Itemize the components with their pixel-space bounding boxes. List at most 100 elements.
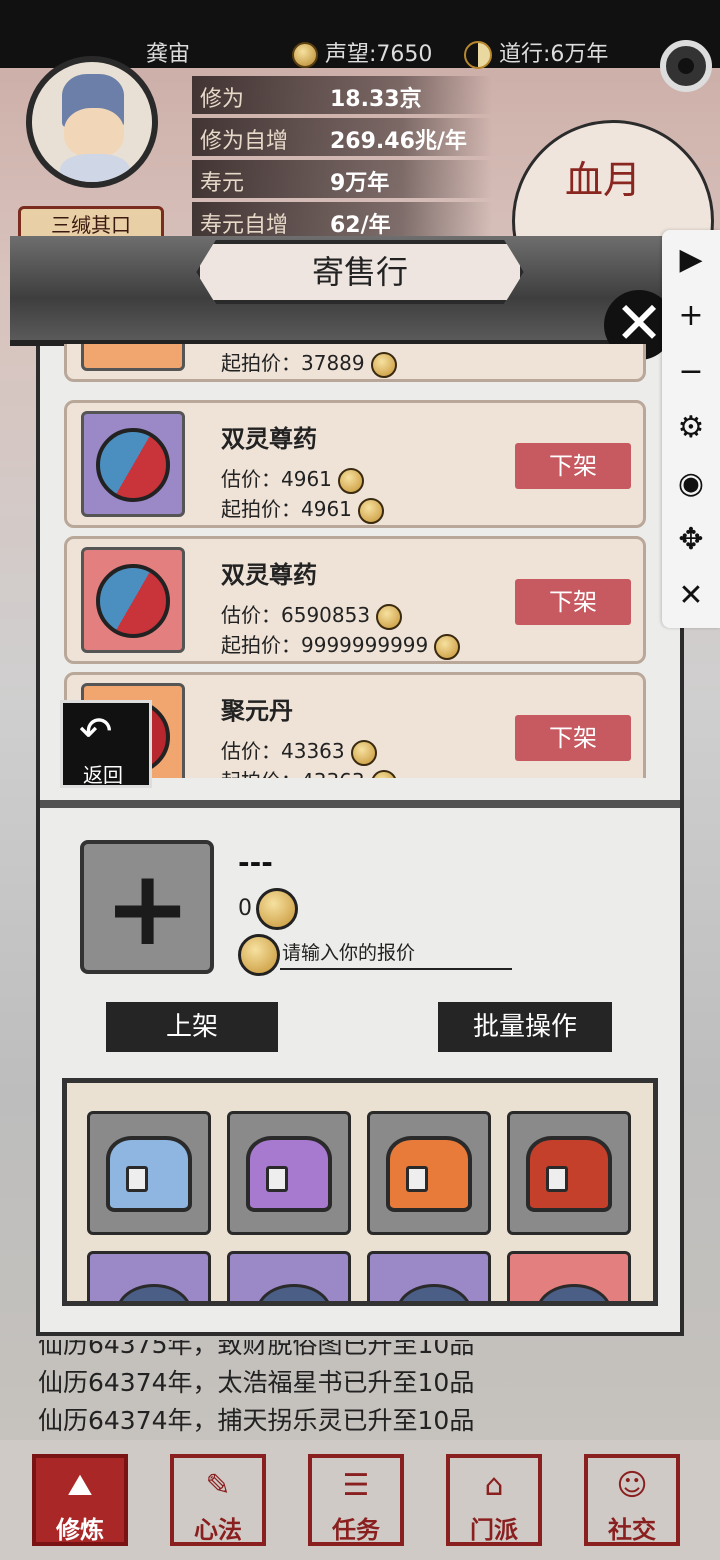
listing-card[interactable]: 双灵尊药 估价：6590853 起拍价：9999999999 下架 (64, 536, 646, 664)
stat-value: 18.33京 (330, 87, 422, 112)
sect-icon: ⌂ (484, 1468, 504, 1503)
nav-label: 心法 (194, 1516, 242, 1544)
back-button[interactable]: ↶ 返回 (60, 700, 152, 788)
listing-start-price: 起拍价：9999999999 (221, 629, 461, 660)
eye-icon[interactable]: ◉ (662, 462, 720, 506)
coin-icon (337, 467, 364, 494)
player-name: 龚宙 (146, 42, 191, 67)
settings-gear-icon[interactable] (660, 40, 712, 92)
stat-label: 修为 (200, 87, 245, 112)
inventory-slot[interactable] (227, 1111, 351, 1235)
panel-title: 寄售行 (196, 240, 524, 304)
inventory-slot[interactable] (87, 1251, 211, 1301)
mountain-icon: ⛰ (67, 1468, 93, 1503)
floating-toolbar: ▶ + − ⚙ ◉ ✥ ✕ (662, 230, 720, 628)
selected-item-name: --- (238, 846, 273, 879)
close-icon[interactable]: ✕ (662, 574, 720, 618)
listing-estimate: 估价：4961 (221, 463, 364, 494)
stat-value: 9万年 (330, 171, 390, 196)
move-icon[interactable]: ✥ (662, 518, 720, 562)
coin-icon (370, 351, 397, 378)
plus-icon: + (104, 847, 192, 969)
listing-start-price: 起拍价：4961 (221, 493, 384, 524)
moon-label: 血月 (565, 158, 642, 202)
coin-icon (434, 633, 461, 660)
inventory-slot[interactable] (227, 1251, 351, 1301)
chest-lock (266, 1166, 288, 1192)
bottom-nav: ⛰ 修炼 ✎ 心法 ☰ 任务 ⌂ 门派 ☺ 社交 (0, 1440, 720, 1560)
list-item-button[interactable]: 上架 (106, 1002, 278, 1052)
nav-label: 任务 (332, 1516, 380, 1544)
scroll-icon: ✎ (205, 1468, 231, 1503)
nav-label: 修炼 (56, 1516, 104, 1544)
minus-icon[interactable]: − (662, 350, 720, 394)
blue-chest-icon (106, 1136, 192, 1212)
ore-icon (396, 1284, 472, 1301)
back-label: 返回 (83, 763, 123, 787)
stat-row-cultivation-rate: 修为自增 269.46兆/年 (192, 118, 492, 156)
nav-quests[interactable]: ☰ 任务 (308, 1454, 404, 1546)
listing-name: 双灵尊药 (221, 561, 317, 589)
delist-button[interactable]: 下架 (515, 715, 631, 761)
inventory-slot[interactable] (367, 1251, 491, 1301)
avatar-face (64, 108, 124, 158)
back-arrow-icon: ↶ (79, 709, 113, 755)
inventory-slot[interactable] (367, 1111, 491, 1235)
nav-social[interactable]: ☺ 社交 (584, 1454, 680, 1546)
elixir-icon (96, 564, 170, 638)
event-log: 仙历64375年，致财脱俗图已升至10品 仙历64374年，太浩福星书已升至10… (38, 1340, 682, 1432)
quest-icon: ☰ (342, 1468, 370, 1503)
listing-start-price: 起拍价：43363 (221, 765, 397, 778)
log-line: 仙历64374年，捕天拐乐灵已升至10品 (38, 1406, 475, 1432)
ore-icon (116, 1284, 192, 1301)
coin-icon (370, 769, 397, 778)
stat-label: 修为自增 (200, 129, 289, 154)
social-icon: ☺ (616, 1468, 648, 1503)
stat-row-lifespan-rate: 寿元自增 62/年 (192, 202, 492, 240)
nav-sect[interactable]: ⌂ 门派 (446, 1454, 542, 1546)
nav-cultivate[interactable]: ⛰ 修炼 (32, 1454, 128, 1546)
player-avatar[interactable] (26, 56, 158, 188)
coin-icon (256, 888, 298, 930)
chest-lock (406, 1166, 428, 1192)
coin-icon (350, 739, 377, 766)
nav-methods[interactable]: ✎ 心法 (170, 1454, 266, 1546)
listing-estimate: 估价：43363 (221, 735, 377, 766)
batch-operation-button[interactable]: 批量操作 (438, 1002, 612, 1052)
log-line: 仙历64374年，太浩福星书已升至10品 (38, 1368, 475, 1397)
delist-button[interactable]: 下架 (515, 579, 631, 625)
stat-value: 269.46兆/年 (330, 129, 467, 154)
bid-price-input[interactable] (280, 938, 512, 970)
listing-card[interactable]: 双灵尊药 估价：4961 起拍价：4961 下架 (64, 400, 646, 528)
stat-row-cultivation: 修为 18.33京 (192, 76, 492, 114)
coin-icon (238, 934, 280, 976)
delist-button[interactable]: 下架 (515, 443, 631, 489)
select-item-slot[interactable]: + (80, 840, 214, 974)
listing-card[interactable]: 起拍价：37889 (64, 344, 646, 382)
reputation-display: 声望:7650 (292, 36, 432, 68)
coin-icon (357, 497, 384, 524)
inventory-slot[interactable] (507, 1111, 631, 1235)
stat-label: 寿元自增 (200, 213, 289, 238)
coin-icon (376, 603, 403, 630)
reputation-value: 声望:7650 (325, 42, 433, 67)
item-icon-frame (81, 344, 185, 371)
section-divider (40, 800, 680, 808)
play-icon[interactable]: ▶ (662, 238, 720, 282)
stat-row-lifespan: 寿元 9万年 (192, 160, 492, 198)
listing-name: 双灵尊药 (221, 425, 317, 453)
plus-icon[interactable]: + (662, 294, 720, 338)
inventory-grid[interactable] (62, 1078, 658, 1306)
ore-icon (256, 1284, 332, 1301)
nav-label: 社交 (608, 1516, 656, 1544)
listing-start-price: 起拍价：37889 (221, 347, 397, 378)
taiji-icon (464, 41, 492, 69)
inventory-slot[interactable] (87, 1111, 211, 1235)
inventory-slot[interactable] (507, 1251, 631, 1301)
settings-icon[interactable]: ⚙ (662, 406, 720, 450)
elixir-icon (96, 428, 170, 502)
purple-chest-icon (246, 1136, 332, 1212)
chest-lock (546, 1166, 568, 1192)
dao-display: 道行:6万年 (464, 36, 608, 69)
selected-item-price: 0 (238, 896, 252, 921)
